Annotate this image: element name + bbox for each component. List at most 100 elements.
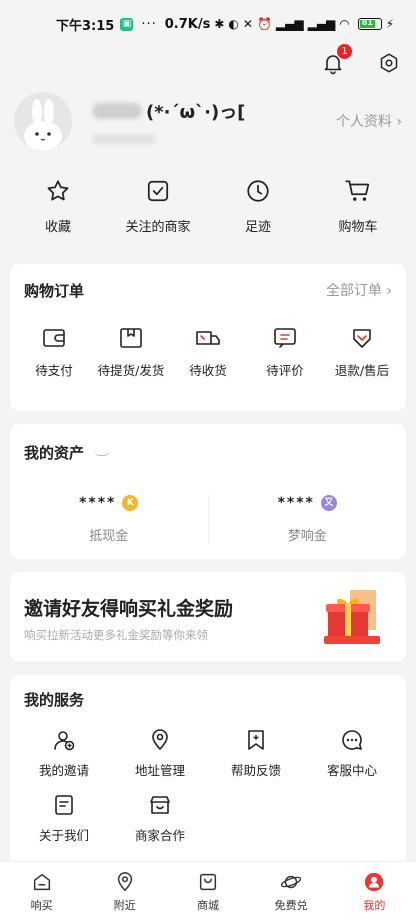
order-status-label: 待评价 [266,363,304,378]
truck-icon [196,331,220,345]
tab-label: 商城 [196,898,219,912]
status-icons: ✱ ◐ ✕ ⏰ ▂▄▆ ▂▄▆ ◠ 81 ⚡ [214,17,394,31]
tab-label: 免费兑 [274,898,308,912]
settings-button[interactable] [376,50,402,76]
service-merchant-coop[interactable]: 商家合作 [115,793,205,844]
service-label: 地址管理 [134,763,185,778]
tab-mall[interactable]: 商城 [178,871,238,913]
cart-icon [345,180,370,201]
notification-badge: 1 [337,44,352,59]
gift-box-icon [324,590,380,644]
rabbit-avatar-icon [14,92,72,150]
tab-mine[interactable]: 我的 [344,871,404,913]
service-label: 我的邀请 [38,763,89,778]
quick-favorites[interactable]: 收藏 [13,178,103,235]
services-card: 我的服务 我的邀请 地址管理 帮助反馈 客服中心 关于我们 商家合作 [10,675,406,865]
top-actions: 1 [320,44,402,76]
order-pending-receipt[interactable]: 待收货 [172,326,244,379]
purple-coin-icon: 又 [320,495,337,511]
orders-header: 购物订单 全部订单 › [10,264,406,304]
star-icon [47,180,69,201]
bottom-tab-bar: 响买 附近 商城 免费兑 我的 [0,861,416,921]
asset-value-text: **** [79,495,117,511]
tab-free-exchange[interactable]: 免费兑 [261,871,321,913]
profile-names: (*·´ω`·)っ[ [92,98,336,144]
orders-card: 购物订单 全部订单 › 待支付 待提货/发货 待收货 待评价 退款/售后 [10,264,406,411]
service-help-feedback[interactable]: 帮助反馈 [211,728,301,779]
bluetooth-icon: ✱ [214,17,225,31]
quick-cart[interactable]: 购物车 [313,178,403,235]
service-label: 帮助反馈 [230,763,281,778]
user-add-icon [54,731,75,751]
order-pending-review[interactable]: 待评价 [249,326,321,379]
order-pending-payment[interactable]: 待支付 [18,326,90,379]
store-icon [150,796,170,814]
tab-label: 我的 [363,898,386,912]
order-status-label: 待支付 [35,363,73,378]
assets-title: 我的资产 [24,444,85,462]
tab-nearby[interactable]: 附近 [95,871,155,913]
asset-dream-gold[interactable]: **** 又 梦响金 [207,495,407,544]
asset-value: **** 又 [278,495,337,511]
box-icon [120,328,142,348]
services-header: 我的服务 [10,675,406,710]
tab-label: 响买 [30,898,53,912]
quick-label: 收藏 [44,220,71,235]
asset-value-text: **** [277,495,315,511]
network-speed: 0.7K/s [164,16,211,32]
quick-label: 足迹 [244,220,271,235]
clock-icon [247,180,269,202]
tab-home[interactable]: 响买 [12,871,72,913]
asset-cash-voucher[interactable]: **** K 抵现金 [10,495,208,544]
location-icon [117,871,132,891]
wifi-icon: ◠ [339,17,350,31]
nickname-blurred [92,103,142,119]
notification-button[interactable]: 1 [320,44,352,76]
hide-eye-icon[interactable] [94,450,111,456]
order-refund[interactable]: 退款/售后 [326,326,398,379]
service-label: 关于我们 [38,828,89,843]
refund-icon [353,329,371,348]
order-status-label: 待提货/发货 [97,363,165,378]
more-notifications-icon: ··· [141,16,157,32]
invite-banner[interactable]: 邀请好友得响买礼金奖励 响买拉新活动更多礼金奖励等你来领 [10,572,406,662]
mute-icon: ✕ [242,17,253,31]
service-about-us[interactable]: 关于我们 [19,793,109,844]
quick-label: 关注的商家 [125,220,191,235]
profile-link[interactable]: 个人资料 › [336,111,402,131]
home-icon [33,873,50,890]
app-notification-icon: ▣ [120,17,134,31]
service-customer-center[interactable]: 客服中心 [307,728,397,779]
services-grid: 我的邀请 地址管理 帮助反馈 客服中心 关于我们 商家合作 [10,728,406,844]
charging-icon: ⚡ [385,17,395,31]
tab-label: 附近 [113,898,136,912]
bag-icon [199,873,217,890]
avatar[interactable] [14,92,72,150]
service-label: 客服中心 [326,763,377,778]
order-pending-shipment[interactable]: 待提货/发货 [95,326,167,379]
alarm-icon: ⏰ [256,17,272,31]
signal-2-icon: ▂▄▆ [307,17,336,31]
signal-icon: ▂▄▆ [275,17,304,31]
quick-followed-shops[interactable]: 关注的商家 [113,178,203,235]
document-icon [55,795,73,815]
quick-actions: 收藏 关注的商家 足迹 购物车 [0,178,416,235]
asset-value: **** K [79,495,139,511]
quick-history[interactable]: 足迹 [213,178,303,235]
service-address[interactable]: 地址管理 [115,728,205,779]
nickname: (*·´ω`·)っ[ [92,98,336,124]
asset-label: 梦响金 [287,529,327,544]
profile-header[interactable]: (*·´ω`·)っ[ 个人资料 › [14,92,402,150]
settings-icon [380,53,398,73]
toggle-icon: ◐ [228,17,239,31]
comment-icon [274,328,296,348]
asset-label: 抵现金 [89,529,129,544]
service-my-invites[interactable]: 我的邀请 [19,728,109,779]
nickname-text: (*·´ω`·)っ[ [146,102,246,123]
checkbox-icon [147,180,169,202]
bookmark-icon [248,730,264,750]
orders-title: 购物订单 [24,281,85,300]
order-status-row: 待支付 待提货/发货 待收货 待评价 退款/售后 [10,326,406,379]
all-orders-link[interactable]: 全部订单 › [326,280,392,300]
gold-coin-icon: K [122,495,139,511]
